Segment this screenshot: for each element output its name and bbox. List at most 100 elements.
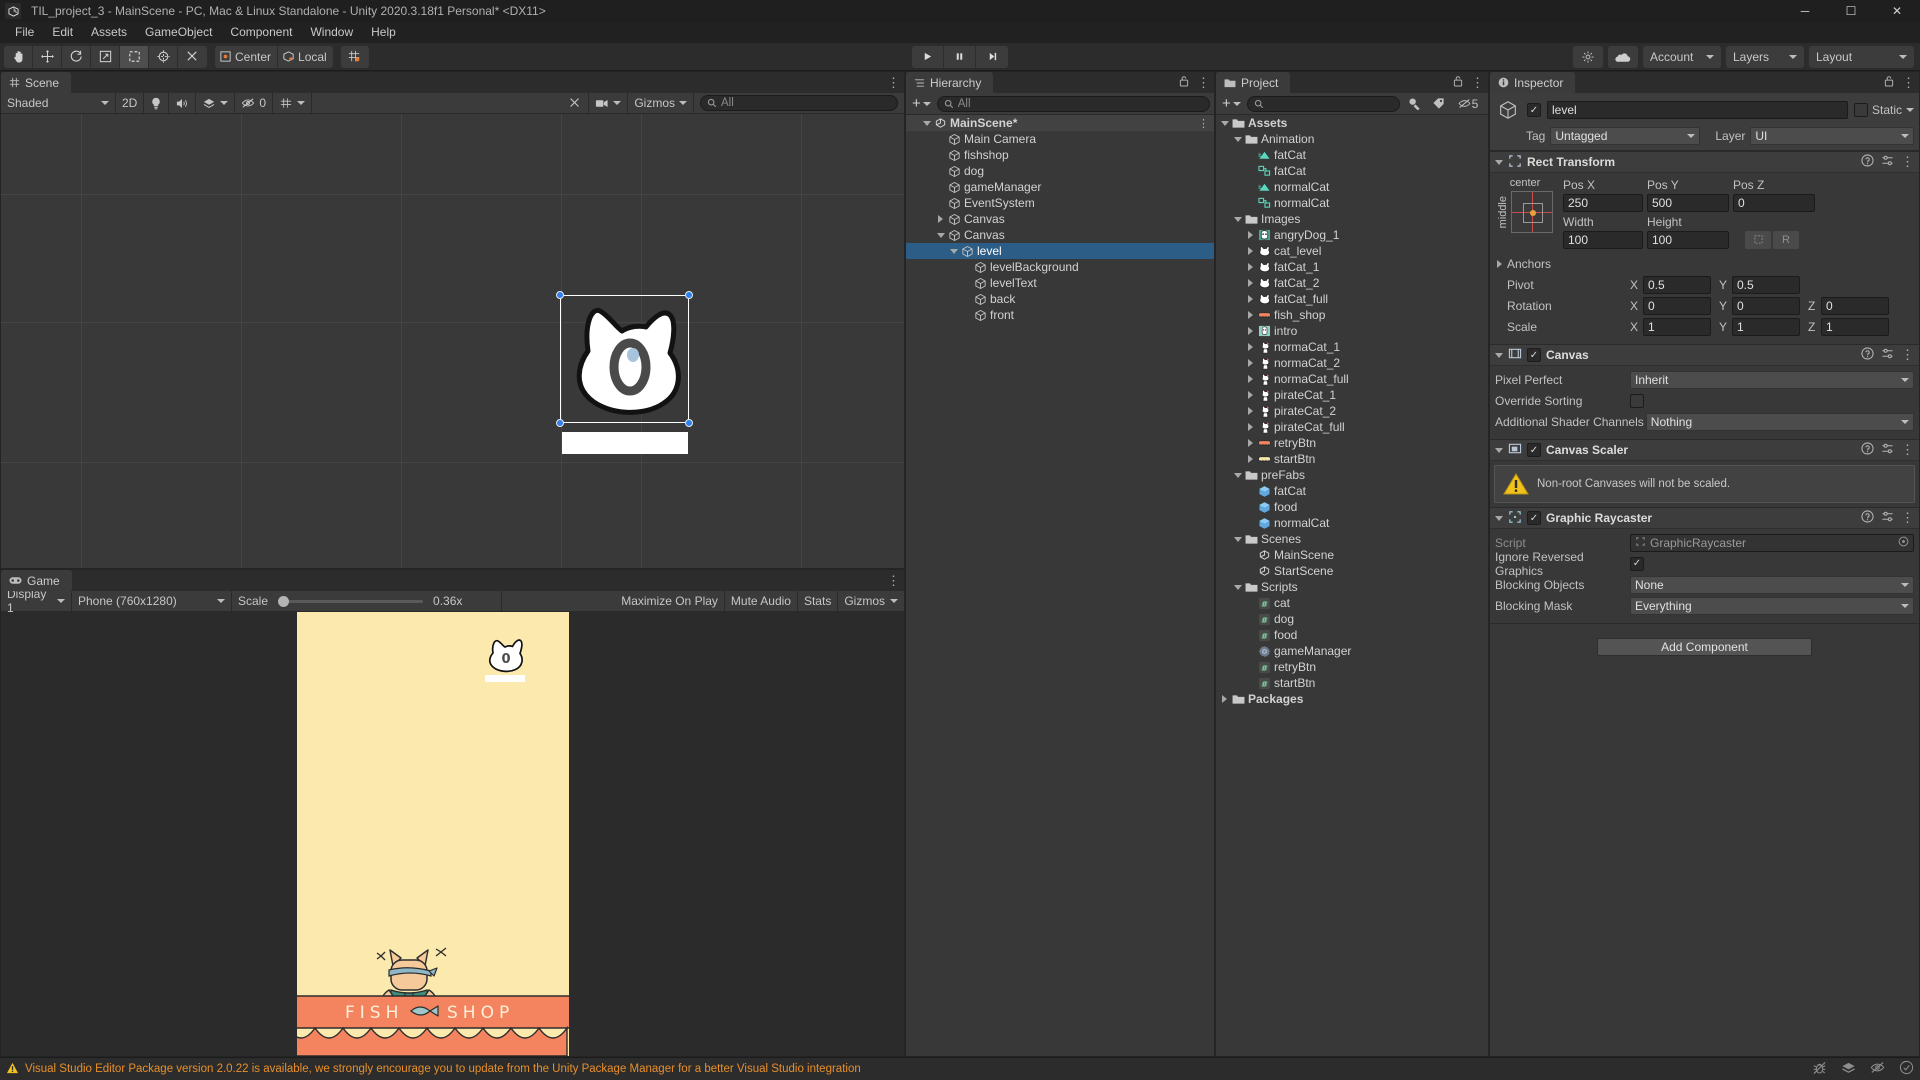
expand-triangle-icon[interactable]	[1248, 407, 1253, 415]
expand-triangle-icon[interactable]	[1248, 375, 1253, 383]
project-item-retrybtn[interactable]: # retryBtn	[1216, 659, 1488, 675]
blocking-mask-dropdown[interactable]: Everything	[1630, 596, 1914, 615]
help-icon[interactable]	[1861, 347, 1874, 363]
project-menu-icon[interactable]: ⋮	[1471, 76, 1484, 89]
project-item-piratecat-2[interactable]: pirateCat_2	[1216, 403, 1488, 419]
game-display-dropdown[interactable]: Display 1	[1, 587, 72, 615]
selection-handle-tl[interactable]	[556, 291, 564, 299]
blueprint-mode-icon[interactable]	[1745, 230, 1771, 249]
collapse-triangle-icon[interactable]	[936, 232, 945, 238]
rect-tool-icon[interactable]	[120, 45, 149, 68]
project-hidden-count[interactable]: 5	[1452, 95, 1484, 112]
menu-help[interactable]: Help	[362, 22, 405, 43]
static-checkbox[interactable]	[1853, 103, 1868, 117]
height-field[interactable]: 100	[1647, 230, 1729, 249]
lock-icon[interactable]	[1179, 75, 1189, 90]
game-menu-icon[interactable]: ⋮	[887, 574, 900, 587]
ignore-reversed-graphics-checkbox[interactable]: ✓	[1630, 556, 1644, 571]
hierarchy-scene-root[interactable]: MainScene* ⋮	[906, 115, 1214, 131]
project-item-startbtn[interactable]: startBtn	[1216, 451, 1488, 467]
scene-grid-dropdown[interactable]	[273, 92, 313, 114]
project-item-mainscene[interactable]: MainScene	[1216, 547, 1488, 563]
collapse-triangle-icon[interactable]	[1495, 447, 1503, 453]
pivot-x-field[interactable]: 0.5	[1643, 275, 1711, 294]
tab-game[interactable]: Game	[1, 570, 72, 591]
gameobject-enabled-checkbox[interactable]: ✓	[1527, 103, 1541, 117]
collapse-triangle-icon[interactable]	[1495, 159, 1503, 165]
status-bar[interactable]: Visual Studio Editor Package version 2.0…	[0, 1057, 1920, 1080]
component-menu-icon[interactable]: ⋮	[1901, 443, 1914, 456]
tag-dropdown[interactable]: Untagged	[1550, 127, 1701, 145]
cloud-services-icon[interactable]	[1608, 45, 1638, 68]
project-item-angrydog-1[interactable]: angryDog_1	[1216, 227, 1488, 243]
scene-camera-dropdown[interactable]	[589, 92, 629, 114]
menu-gameobject[interactable]: GameObject	[136, 22, 221, 43]
collapse-triangle-icon[interactable]	[1495, 352, 1503, 358]
project-item-animation[interactable]: Animation	[1216, 131, 1488, 147]
layout-dropdown[interactable]: Layout	[1809, 45, 1914, 68]
menu-window[interactable]: Window	[301, 22, 362, 43]
layer-dropdown[interactable]: UI	[1750, 127, 1914, 145]
scene-draw-mode-dropdown[interactable]: Shaded	[1, 92, 116, 114]
project-item-prefabs[interactable]: preFabs	[1216, 467, 1488, 483]
override-sorting-checkbox[interactable]	[1630, 393, 1644, 408]
project-item-normalcat[interactable]: normalCat	[1216, 195, 1488, 211]
expand-triangle-icon[interactable]	[938, 215, 943, 223]
project-item-normalcat[interactable]: normalCat	[1216, 179, 1488, 195]
scene-2d-toggle[interactable]: 2D	[116, 92, 145, 114]
expand-triangle-icon[interactable]	[1248, 279, 1253, 287]
game-scale-knob[interactable]	[278, 595, 290, 607]
rotation-y-field[interactable]: 0	[1732, 296, 1800, 315]
add-component-button[interactable]: Add Component	[1597, 638, 1812, 656]
expand-triangle-icon[interactable]	[1248, 263, 1253, 271]
project-item-cat-level[interactable]: cat_level	[1216, 243, 1488, 259]
layers-dropdown[interactable]: Layers	[1726, 45, 1804, 68]
hierarchy-item-dog[interactable]: dog	[906, 163, 1214, 179]
scene-audio-toggle[interactable]	[169, 92, 197, 114]
inspector-menu-icon[interactable]: ⋮	[1902, 76, 1915, 89]
project-item-piratecat-1[interactable]: pirateCat_1	[1216, 387, 1488, 403]
project-add-button[interactable]: +	[1220, 96, 1243, 111]
anchors-expand-triangle-icon[interactable]	[1497, 259, 1502, 268]
project-item-packages[interactable]: Packages	[1216, 691, 1488, 707]
project-item-fatcat-1[interactable]: fatCat_1	[1216, 259, 1488, 275]
help-icon[interactable]	[1861, 154, 1874, 170]
project-item-food[interactable]: food	[1216, 499, 1488, 515]
selection-handle-tr[interactable]	[685, 291, 693, 299]
lock-icon[interactable]	[1884, 75, 1894, 90]
collapse-triangle-icon[interactable]	[1220, 120, 1229, 126]
hierarchy-search-input[interactable]: All	[936, 95, 1210, 112]
filter-by-type-icon[interactable]	[1404, 95, 1424, 112]
preset-icon[interactable]	[1881, 442, 1894, 458]
filter-by-label-icon[interactable]	[1428, 95, 1448, 112]
scene-context-menu-icon[interactable]: ⋮	[1198, 117, 1209, 130]
project-item-piratecat-full[interactable]: pirateCat_full	[1216, 419, 1488, 435]
chevron-down-icon[interactable]	[1906, 108, 1914, 112]
collapse-triangle-icon[interactable]	[1233, 584, 1242, 590]
gameobject-name-field[interactable]: level	[1547, 101, 1848, 119]
collapse-triangle-icon[interactable]	[1495, 515, 1503, 521]
project-item-assets[interactable]: Assets	[1216, 115, 1488, 131]
project-item-fatcat[interactable]: fatCat	[1216, 147, 1488, 163]
hierarchy-item-fishshop[interactable]: fishshop	[906, 147, 1214, 163]
eye-off-icon[interactable]	[1870, 1061, 1885, 1077]
tab-hierarchy[interactable]: Hierarchy	[906, 72, 994, 93]
project-item-images[interactable]: Images	[1216, 211, 1488, 227]
pos-z-field[interactable]: 0	[1733, 193, 1815, 212]
expand-triangle-icon[interactable]	[1222, 695, 1227, 703]
collapse-triangle-icon[interactable]	[1233, 136, 1242, 142]
search-settings-icon[interactable]	[1573, 45, 1603, 68]
hierarchy-item-canvas[interactable]: Canvas	[906, 211, 1214, 227]
game-viewport[interactable]: 0 FISH SHOP	[1, 612, 904, 1056]
project-item-fatcat-full[interactable]: fatCat_full	[1216, 291, 1488, 307]
project-item-dog[interactable]: # dog	[1216, 611, 1488, 627]
hierarchy-item-back[interactable]: back	[906, 291, 1214, 307]
hierarchy-menu-icon[interactable]: ⋮	[1197, 76, 1210, 89]
help-icon[interactable]	[1861, 442, 1874, 458]
scene-viewport[interactable]	[1, 114, 904, 568]
scene-menu-icon[interactable]: ⋮	[887, 76, 900, 89]
scene-fx-dropdown[interactable]	[196, 92, 236, 114]
move-tool-icon[interactable]	[33, 45, 62, 68]
lock-icon[interactable]	[1453, 75, 1463, 90]
expand-triangle-icon[interactable]	[1248, 231, 1253, 239]
